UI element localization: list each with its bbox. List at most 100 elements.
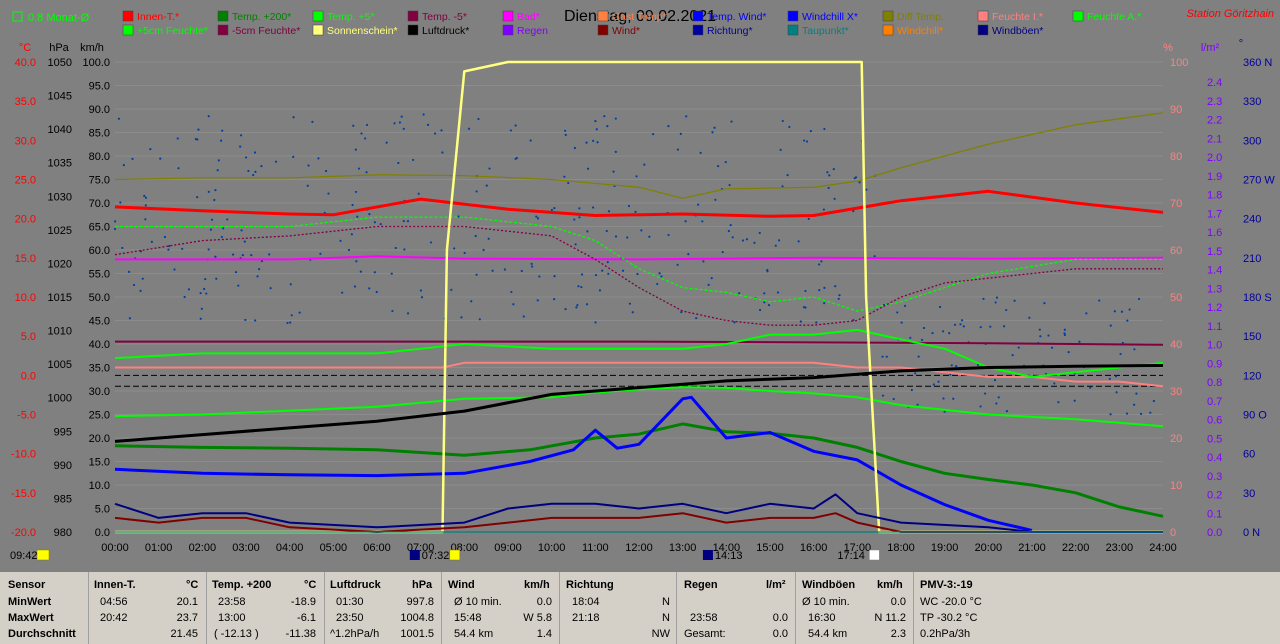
direction-dot bbox=[576, 304, 579, 307]
lm2-tick-label: 0.5 bbox=[1207, 433, 1222, 445]
direction-dot bbox=[226, 218, 229, 221]
legend-label: Richtung* bbox=[707, 25, 753, 37]
direction-dot bbox=[938, 305, 942, 309]
direction-dot bbox=[660, 275, 663, 278]
direction-dot bbox=[656, 282, 659, 286]
innen-min-val: 20.1 bbox=[176, 596, 198, 608]
kmh-tick-label: 40.0 bbox=[89, 339, 110, 351]
pmv-line1: WC -20.0 °C bbox=[920, 596, 982, 608]
lm2-unit-label: l/m² bbox=[1201, 42, 1220, 54]
direction-dot bbox=[426, 123, 430, 127]
direction-dot bbox=[920, 338, 924, 341]
direction-dot bbox=[222, 227, 225, 230]
direction-dot bbox=[1089, 386, 1092, 389]
innen-unit: °C bbox=[186, 579, 199, 591]
direction-dot bbox=[959, 323, 962, 326]
kmh-tick-label: 70.0 bbox=[89, 198, 110, 210]
direction-dot bbox=[420, 296, 424, 299]
direction-dot bbox=[441, 151, 444, 154]
time-tick-label: 01:00 bbox=[145, 542, 173, 554]
direction-dot bbox=[339, 239, 342, 243]
direction-dot bbox=[585, 303, 589, 306]
direction-dot bbox=[1109, 324, 1112, 327]
direction-dot bbox=[853, 177, 856, 180]
lm2-tick-label: 2.2 bbox=[1207, 115, 1222, 127]
legend-label: Regen bbox=[517, 25, 548, 37]
c-tick-label: 40.0 bbox=[15, 57, 36, 69]
direction-dot bbox=[962, 325, 965, 328]
direction-dot bbox=[881, 394, 885, 397]
lm2-tick-label: 0.6 bbox=[1207, 415, 1222, 427]
direction-dot bbox=[159, 157, 162, 160]
regen-header: Regen bbox=[684, 579, 718, 591]
direction-dot bbox=[121, 246, 124, 250]
direction-dot bbox=[269, 287, 272, 290]
direction-dot bbox=[922, 326, 926, 330]
time-tick-label: 04:00 bbox=[276, 542, 304, 554]
direction-dot bbox=[215, 277, 218, 280]
direction-dot bbox=[292, 116, 295, 119]
legend-label: Windchill X* bbox=[802, 11, 858, 23]
direction-dot bbox=[640, 229, 643, 232]
kmh-tick-label: 30.0 bbox=[89, 386, 110, 398]
legend-label: Windchill* bbox=[897, 25, 943, 37]
direction-dot bbox=[1063, 332, 1066, 335]
direction-dot bbox=[573, 218, 576, 221]
direction-dot bbox=[243, 240, 246, 243]
luft-min-val: 997.8 bbox=[406, 596, 434, 608]
legend-label: Temp. +200* bbox=[232, 11, 291, 23]
hpa-tick-label: 1040 bbox=[48, 124, 72, 136]
boen-max-val: N 11.2 bbox=[874, 612, 906, 624]
direction-dot bbox=[1120, 310, 1124, 313]
direction-dot bbox=[873, 255, 876, 258]
time-tick-label: 23:00 bbox=[1106, 542, 1134, 554]
direction-dot bbox=[635, 175, 638, 178]
direction-dot bbox=[1133, 348, 1136, 351]
direction-dot bbox=[885, 355, 888, 358]
direction-dot bbox=[713, 126, 716, 129]
direction-dot bbox=[394, 246, 397, 250]
direction-dot bbox=[758, 231, 761, 235]
direction-dot bbox=[187, 288, 191, 291]
direction-dot bbox=[717, 164, 720, 168]
direction-dot bbox=[536, 299, 539, 302]
direction-dot bbox=[916, 403, 919, 406]
direction-dot bbox=[365, 123, 369, 127]
c-tick-label: 25.0 bbox=[15, 175, 36, 187]
direction-dot bbox=[207, 190, 210, 193]
min-label: MinWert bbox=[8, 596, 52, 608]
legend-label: Temp. -5* bbox=[422, 11, 467, 23]
lm2-tick-label: 2.4 bbox=[1207, 77, 1222, 89]
divider bbox=[559, 572, 560, 644]
direction-dot bbox=[477, 117, 480, 121]
wind-avg-extra: 54.4 km bbox=[454, 628, 494, 640]
direction-dot bbox=[636, 272, 639, 276]
regen-unit: l/m² bbox=[766, 579, 786, 591]
direction-dot bbox=[832, 168, 835, 171]
direction-dot bbox=[292, 155, 295, 158]
direction-dot bbox=[240, 229, 243, 232]
direction-dot bbox=[463, 251, 466, 255]
temp-avg-val: -11.38 bbox=[285, 628, 316, 640]
direction-dot bbox=[1137, 297, 1141, 301]
legend-swatch bbox=[407, 24, 419, 36]
direction-dot bbox=[575, 306, 578, 309]
direction-dot bbox=[592, 139, 595, 142]
direction-dot bbox=[714, 198, 717, 201]
direction-dot bbox=[603, 115, 606, 118]
direction-dot bbox=[942, 330, 945, 333]
direction-dot bbox=[1053, 382, 1056, 385]
luft-avg-extra: ^1.2hPa/h bbox=[330, 628, 380, 640]
direction-dot bbox=[586, 167, 590, 170]
boen-header: Windböen bbox=[802, 579, 856, 591]
pct-tick-label: 90 bbox=[1170, 104, 1182, 116]
direction-dot bbox=[1078, 340, 1081, 343]
direction-dot bbox=[199, 317, 202, 320]
direction-dot bbox=[220, 235, 223, 239]
direction-dot bbox=[535, 215, 538, 218]
direction-dot bbox=[237, 284, 240, 287]
direction-dot bbox=[701, 220, 704, 223]
pmv-line2: TP -30.2 °C bbox=[920, 612, 978, 624]
direction-dot bbox=[932, 383, 935, 386]
direction-dot bbox=[612, 170, 615, 173]
